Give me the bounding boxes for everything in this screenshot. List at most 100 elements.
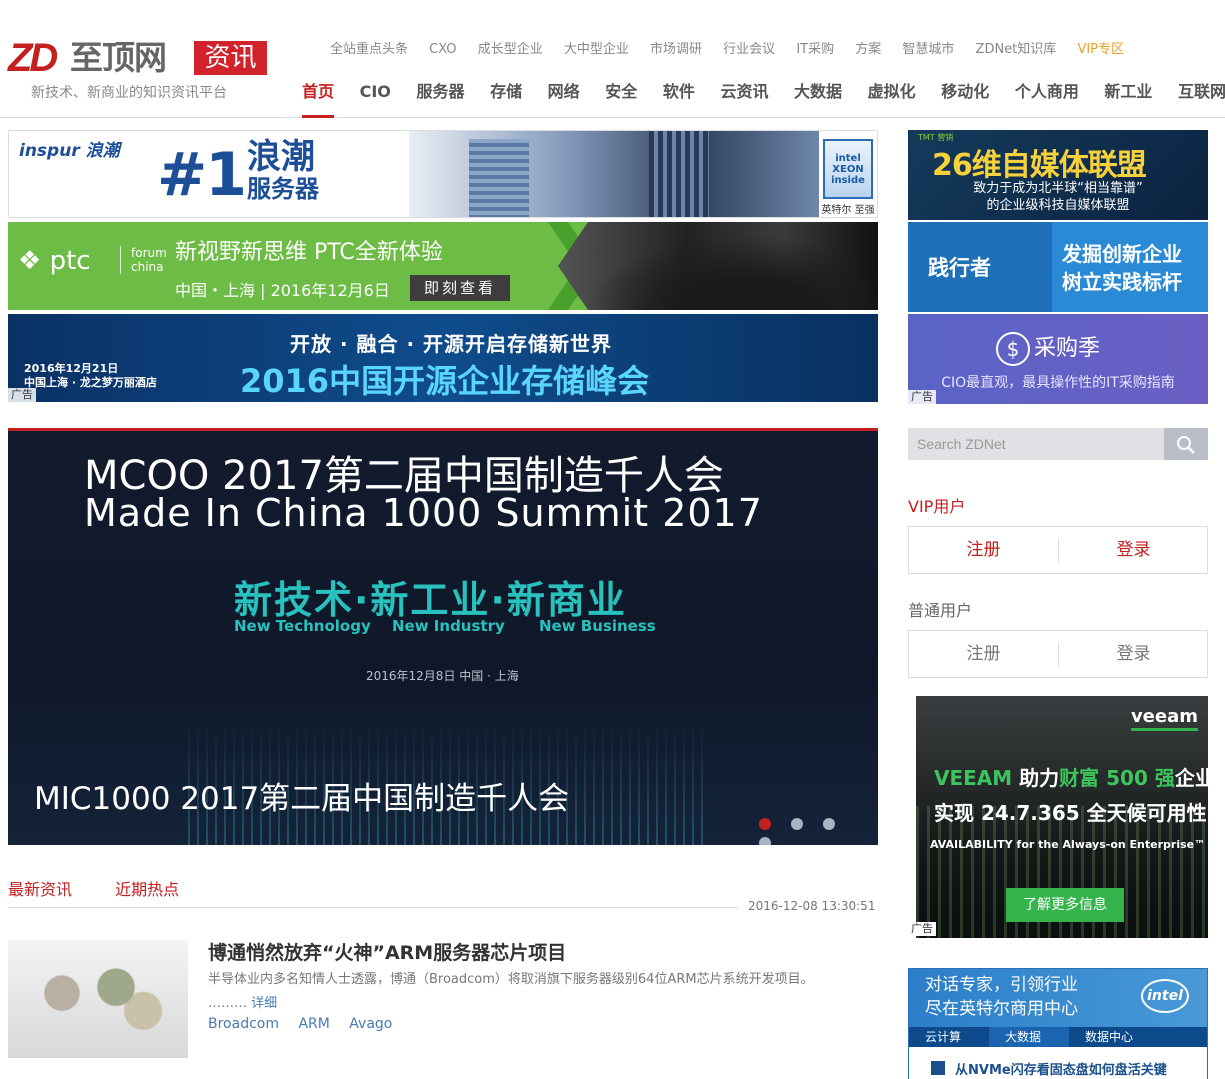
news-tags: Broadcom ARM Avago (208, 1016, 407, 1032)
news-more-link[interactable]: 详细 (251, 996, 277, 1011)
top-nav-item[interactable]: 方案 (855, 38, 881, 57)
main-nav-personal[interactable]: 个人商用 (1015, 78, 1079, 118)
news-title[interactable]: 博通悄然放弃“火神”ARM服务器芯片项目 (208, 938, 566, 965)
veeam-enterprise: 企业 (1174, 766, 1208, 790)
intel-header[interactable]: 对话专家，引领行业 尽在英特尔商用中心 intel (909, 969, 1207, 1027)
xeon-label: 英特尔 至强 (821, 205, 875, 216)
storage-date-text: 2016年12月21日 (24, 362, 119, 375)
normal-user-label: 普通用户 (908, 601, 973, 620)
site-logo[interactable]: ZD 至顶网 资讯 新技术、新商业的知识资讯平台 (8, 38, 268, 108)
top-nav-item[interactable]: 行业会议 (723, 38, 775, 57)
search-button[interactable] (1164, 428, 1208, 460)
practitioner-text: 发掘创新企业 树立实践标杆 (1056, 240, 1188, 296)
media-alliance-sub2: 的企业级科技自媒体联盟 (986, 198, 1130, 213)
top-nav-item[interactable]: 市场调研 (650, 38, 702, 57)
news-item: 博通悄然放弃“火神”ARM服务器芯片项目 半导体业内多名知情人士透露，博通（Br… (8, 940, 878, 1060)
news-thumbnail[interactable] (8, 940, 188, 1058)
top-nav-item[interactable]: IT采购 (796, 38, 834, 57)
main-nav-security[interactable]: 安全 (605, 78, 637, 118)
search-input[interactable] (908, 428, 1164, 460)
main-nav-bigdata[interactable]: 大数据 (794, 78, 842, 118)
ptc-forum-china: china (131, 260, 164, 274)
intel-business-center: 对话专家，引领行业 尽在英特尔商用中心 intel 云计算 大数据 数据中心 从NV… (908, 968, 1208, 1079)
tab-latest-news[interactable]: 最新资讯 (8, 876, 72, 900)
vip-login-button[interactable]: 登录 (1059, 527, 1208, 573)
veeam-line1: VEEAM 助力财富 500 强企业 (934, 762, 1208, 791)
veeam-line2: 实现 24.7.365 全天候可用性 (934, 801, 1207, 825)
intel-article-link[interactable]: 从NVMe闪存看固态盘如何盘活关键 (931, 1059, 1167, 1078)
intel-tab-bigdata[interactable]: 大数据 (989, 1027, 1069, 1047)
storage-venue: 中国上海 · 龙之梦万丽酒店 (24, 376, 157, 389)
inspur-sub-text: 浪潮 服务器 (247, 139, 319, 203)
inspur-sub-line1: 浪潮 (247, 137, 315, 177)
normal-register-button[interactable]: 注册 (909, 631, 1058, 677)
slider-dot-1[interactable] (759, 818, 771, 830)
purchase-title-text: 采购季 (1034, 336, 1101, 361)
top-nav-item[interactable]: 智慧城市 (902, 38, 954, 57)
practitioner-line2: 树立实践标杆 (1062, 270, 1182, 294)
top-nav-vip[interactable]: VIP专区 (1077, 38, 1124, 57)
slider-dot-2[interactable] (791, 818, 804, 830)
tab-hot-news[interactable]: 近期热点 (115, 876, 179, 900)
main-nav-internet[interactable]: 互联网+ (1178, 78, 1225, 118)
top-nav-item[interactable]: 成长型企业 (478, 38, 543, 57)
main-nav-virtualization[interactable]: 虚拟化 (868, 78, 916, 118)
practitioner-banner[interactable]: 践行者 发掘创新企业 树立实践标杆 (908, 222, 1208, 312)
veeam-help: 助力 (1019, 766, 1060, 790)
media-alliance-title: 26维自媒体联盟 (932, 148, 1147, 183)
ptc-forum-text: forum (131, 246, 167, 260)
main-nav-server[interactable]: 服务器 (416, 78, 464, 118)
slide-heading-en: Made In China 1000 Summit 2017 (84, 491, 763, 535)
ptc-banner[interactable]: ❖ ptc forum china 新视野新思维 PTC全新体验 中国・上海 | … (8, 222, 878, 310)
main-nav-industry[interactable]: 新工业 (1104, 78, 1152, 118)
main-nav-home[interactable]: 首页 (302, 78, 335, 118)
ptc-forum-label: forum china (120, 246, 167, 274)
slide-tag-en-1: New Technology (234, 617, 371, 635)
document-icon (931, 1061, 945, 1075)
main-nav-mobile[interactable]: 移动化 (941, 78, 989, 118)
news-tag[interactable]: Avago (349, 1016, 392, 1032)
practitioner-line1: 发掘创新企业 (1062, 242, 1182, 266)
slider-dot-3[interactable] (823, 818, 836, 830)
media-alliance-sub1: 致力于成为北半球“相当靠谱” (973, 181, 1143, 196)
intel-title: 对话专家，引领行业 尽在英特尔商用中心 (925, 973, 1078, 1021)
news-tag[interactable]: Broadcom (208, 1016, 279, 1032)
inspur-big-text: #1 (157, 140, 247, 210)
hero-slider[interactable]: MCOO 2017第二届中国制造千人会 Made In China 1000 S… (8, 428, 878, 845)
vip-register-button[interactable]: 注册 (909, 527, 1058, 573)
top-nav-item[interactable]: CXO (429, 42, 456, 57)
inspur-banner[interactable]: inspur 浪潮 #1 浪潮 服务器 intel XEON inside 英特… (8, 130, 878, 218)
veeam-brand: VEEAM (934, 766, 1013, 790)
news-tag[interactable]: ARM (298, 1016, 329, 1032)
top-nav: 全站重点头条 CXO 成长型企业 大中型企业 市场调研 行业会议 IT采购 方案… (330, 38, 1141, 58)
intel-tab-datacenter[interactable]: 数据中心 (1069, 1027, 1149, 1047)
top-nav-item[interactable]: 全站重点头条 (330, 38, 408, 57)
main-nav-cio[interactable]: CIO (360, 82, 391, 122)
main-nav-storage[interactable]: 存储 (490, 78, 522, 118)
news-ellipsis: ……… (208, 996, 247, 1011)
normal-user-box: 注册 登录 (908, 630, 1208, 678)
veeam-ad[interactable]: veeam VEEAM 助力财富 500 强企业 实现 24.7.365 全天候… (916, 696, 1208, 938)
inspur-sub-line2: 服务器 (247, 175, 319, 203)
main-nav-network[interactable]: 网络 (548, 78, 580, 118)
purchase-sub: CIO最直观，最具操作性的IT采购指南 (941, 375, 1175, 391)
top-nav-item[interactable]: 大中型企业 (564, 38, 629, 57)
veeam-logo: veeam (1130, 706, 1198, 731)
purchase-season-banner[interactable]: $ 采购季 CIO最直观，最具操作性的IT采购指南 广告 (908, 314, 1208, 404)
intel-tab-cloud[interactable]: 云计算 (909, 1027, 989, 1047)
normal-login-button[interactable]: 登录 (1059, 631, 1208, 677)
main-nav-software[interactable]: 软件 (663, 78, 695, 118)
slider-pagination (759, 815, 878, 845)
slider-dot-4[interactable] (759, 837, 771, 845)
ad-label: 广告 (8, 388, 36, 402)
top-nav-item[interactable]: ZDNet知识库 (976, 38, 1057, 57)
site-header: ZD 至顶网 资讯 新技术、新商业的知识资讯平台 全站重点头条 CXO 成长型企… (0, 0, 1225, 118)
storage-slogan: 开放 · 融合 · 开源开启存储新世界 (290, 332, 613, 356)
storage-summit-banner[interactable]: 开放 · 融合 · 开源开启存储新世界 2016中国开源企业存储峰会 2016年… (8, 314, 878, 402)
media-alliance-banner[interactable]: TMT 营销 26维自媒体联盟 致力于成为北半球“相当靠谱” 的企业级科技自媒体… (908, 130, 1208, 220)
veeam-learn-more-button[interactable]: 了解更多信息 (1006, 888, 1124, 922)
vip-user-box: 注册 登录 (908, 526, 1208, 574)
main-nav-cloud[interactable]: 云资讯 (720, 78, 768, 118)
ptc-view-button[interactable]: 即刻查看 (410, 275, 510, 301)
slide-caption[interactable]: MIC1000 2017第二届中国制造千人会 (34, 773, 569, 818)
